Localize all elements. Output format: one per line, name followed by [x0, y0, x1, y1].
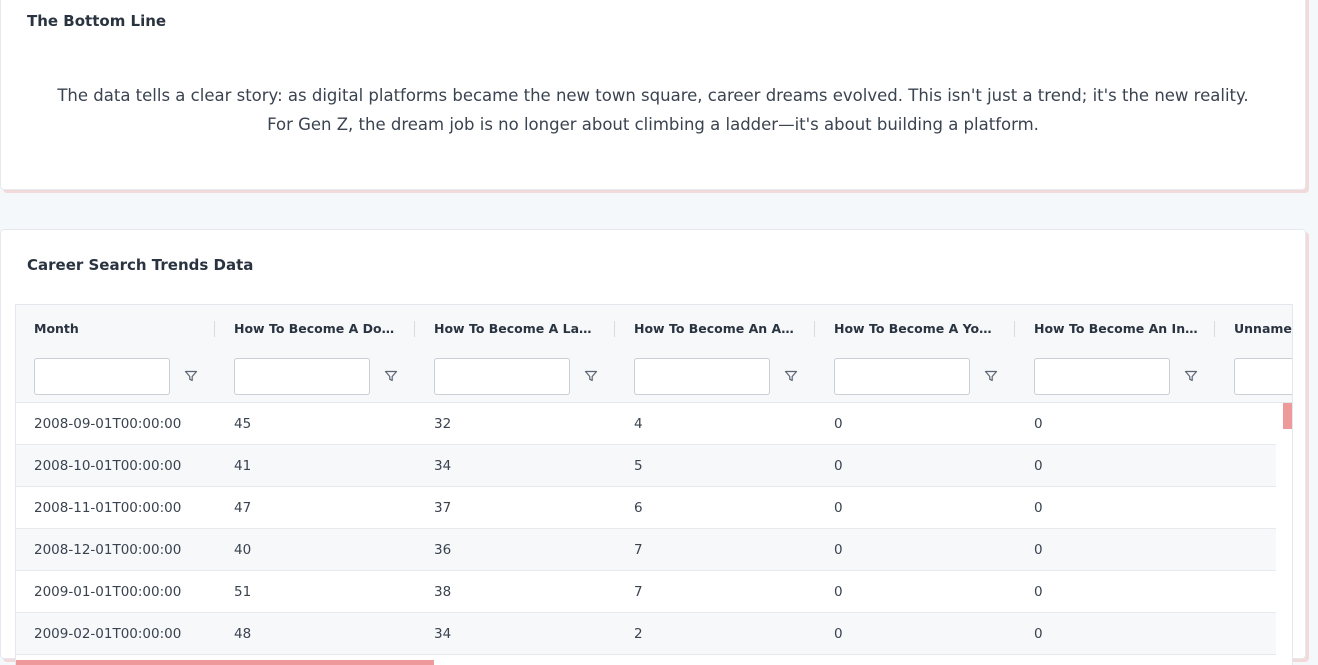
table-row[interactable]: 2008-12-01T00:00:00 40 36 7 0 0	[16, 529, 1276, 571]
cell-lawyer: 34	[434, 458, 452, 474]
cell-youtuber: 0	[834, 626, 843, 642]
cell-doctor: 47	[234, 500, 252, 516]
cell-astronaut: 2	[634, 626, 643, 642]
career-data-card: Career Search Trends Data Month How To B…	[0, 229, 1306, 665]
column-separator[interactable]	[1214, 321, 1215, 337]
column-header-unnamed[interactable]: Unnamed	[1216, 305, 1292, 353]
column-header-month[interactable]: Month	[16, 305, 216, 353]
column-separator[interactable]	[1014, 321, 1015, 337]
cell-astronaut: 6	[634, 500, 643, 516]
filter-input-month[interactable]	[34, 358, 170, 395]
filter-input-unnamed[interactable]	[1234, 358, 1292, 395]
filter-icon[interactable]	[984, 369, 998, 383]
cell-influencer: 0	[1034, 542, 1043, 558]
cell-youtuber: 0	[834, 416, 843, 432]
cell-influencer: 0	[1034, 500, 1043, 516]
cell-month: 2008-10-01T00:00:00	[34, 458, 182, 474]
column-header-youtuber[interactable]: How To Become A Yout…	[816, 305, 1016, 353]
data-grid: Month How To Become A Doct… How To Becom…	[15, 304, 1293, 665]
table-row[interactable]: 2008-10-01T00:00:00 41 34 5 0 0	[16, 445, 1276, 487]
column-header-doctor[interactable]: How To Become A Doct…	[216, 305, 416, 353]
cell-influencer: 0	[1034, 458, 1043, 474]
cell-lawyer: 38	[434, 584, 452, 600]
cell-month: 2009-02-01T00:00:00	[34, 626, 182, 642]
bottom-line-title: The Bottom Line	[27, 12, 167, 30]
column-separator[interactable]	[214, 321, 215, 337]
filter-icon[interactable]	[584, 369, 598, 383]
column-header-influencer[interactable]: How To Become An Infl…	[1016, 305, 1216, 353]
cell-influencer: 0	[1034, 584, 1043, 600]
horizontal-scrollbar-thumb[interactable]	[16, 660, 434, 665]
cell-month: 2008-09-01T00:00:00	[34, 416, 182, 432]
cell-youtuber: 0	[834, 500, 843, 516]
summary-line-2: For Gen Z, the dream job is no longer ab…	[267, 115, 1039, 134]
column-header-astronaut[interactable]: How To Become An Astr…	[616, 305, 816, 353]
filter-input-lawyer[interactable]	[434, 358, 570, 395]
cell-month: 2008-12-01T00:00:00	[34, 542, 182, 558]
cell-youtuber: 0	[834, 542, 843, 558]
cell-doctor: 51	[234, 584, 252, 600]
cell-doctor: 41	[234, 458, 252, 474]
cell-influencer: 0	[1034, 416, 1043, 432]
vertical-scrollbar[interactable]	[1278, 403, 1292, 665]
cell-astronaut: 7	[634, 542, 643, 558]
cell-doctor: 45	[234, 416, 252, 432]
cell-astronaut: 7	[634, 584, 643, 600]
cell-youtuber: 0	[834, 458, 843, 474]
column-separator[interactable]	[814, 321, 815, 337]
cell-month: 2008-11-01T00:00:00	[34, 500, 182, 516]
table-row[interactable]: 2008-09-01T00:00:00 45 32 4 0 0	[16, 403, 1276, 445]
cell-astronaut: 4	[634, 416, 643, 432]
cell-lawyer: 32	[434, 416, 452, 432]
grid-body: 2008-09-01T00:00:00 45 32 4 0 0 2008-10-…	[16, 403, 1276, 655]
cell-month: 2009-01-01T00:00:00	[34, 584, 182, 600]
filter-icon[interactable]	[784, 369, 798, 383]
table-row[interactable]: 2008-11-01T00:00:00 47 37 6 0 0	[16, 487, 1276, 529]
cell-lawyer: 34	[434, 626, 452, 642]
cell-youtuber: 0	[834, 584, 843, 600]
filter-input-youtuber[interactable]	[834, 358, 970, 395]
filter-icon[interactable]	[384, 369, 398, 383]
cell-astronaut: 5	[634, 458, 643, 474]
bottom-line-card: The Bottom Line The data tells a clear s…	[0, 0, 1306, 190]
filter-icon[interactable]	[1184, 369, 1198, 383]
filter-icon[interactable]	[184, 369, 198, 383]
cell-lawyer: 37	[434, 500, 452, 516]
summary-line-1: The data tells a clear story: as digital…	[57, 86, 1249, 105]
table-row[interactable]: 2009-02-01T00:00:00 48 34 2 0 0	[16, 613, 1276, 655]
bottom-line-summary: The data tells a clear story: as digital…	[21, 81, 1285, 139]
vertical-scrollbar-thumb[interactable]	[1283, 403, 1292, 429]
column-separator[interactable]	[614, 321, 615, 337]
column-header-lawyer[interactable]: How To Become A Lawy…	[416, 305, 616, 353]
cell-lawyer: 36	[434, 542, 452, 558]
cell-doctor: 48	[234, 626, 252, 642]
cell-influencer: 0	[1034, 626, 1043, 642]
data-card-title: Career Search Trends Data	[27, 256, 254, 274]
filter-input-astronaut[interactable]	[634, 358, 770, 395]
filter-input-influencer[interactable]	[1034, 358, 1170, 395]
table-row[interactable]: 2009-01-01T00:00:00 51 38 7 0 0	[16, 571, 1276, 613]
cell-doctor: 40	[234, 542, 252, 558]
grid-header: Month How To Become A Doct… How To Becom…	[16, 305, 1292, 354]
column-separator[interactable]	[414, 321, 415, 337]
filter-input-doctor[interactable]	[234, 358, 370, 395]
filter-row	[16, 353, 1292, 403]
